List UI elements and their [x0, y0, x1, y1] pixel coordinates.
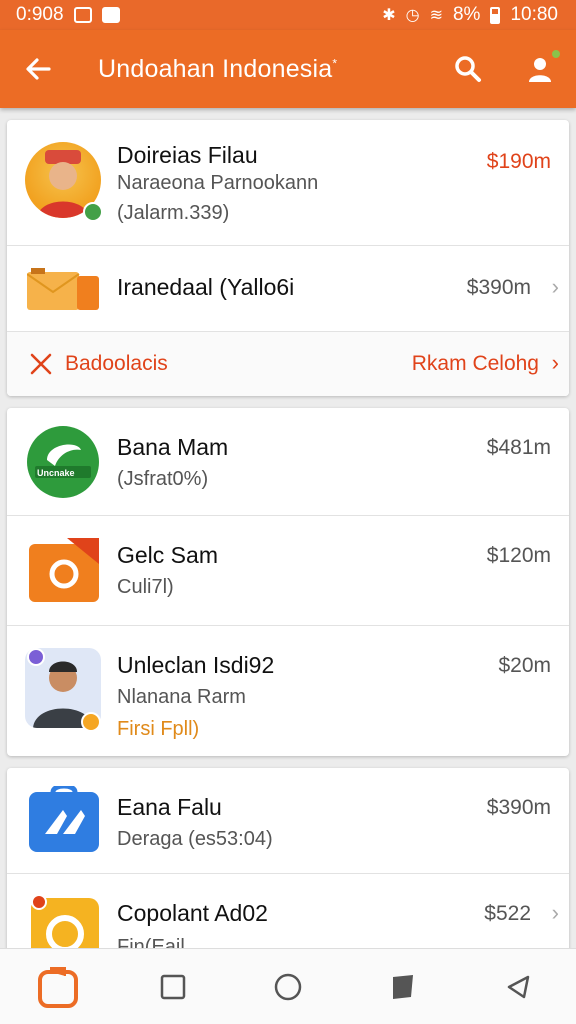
action-row[interactable]: Badoolacis Rkam Celohg › — [7, 332, 569, 396]
profile-status-dot — [550, 48, 562, 60]
item-subtitle: Culi7l) — [117, 576, 174, 598]
alarm-icon: ◷ — [405, 7, 420, 24]
list-item[interactable]: Doireias Filau Naraeona Parnookann (Jala… — [7, 120, 569, 246]
list-item[interactable]: Eana Falu Deraga (es53:04) $390m — [7, 768, 569, 874]
back-button[interactable] — [0, 30, 76, 108]
bluetooth-icon: ✱ — [382, 7, 396, 24]
status-bar: 0:908 ✱ ◷ ≋ 8% 10:80 — [0, 0, 576, 30]
back-triangle-icon — [508, 975, 530, 998]
nav-home-circle-button[interactable] — [258, 957, 318, 1017]
list-item[interactable]: Unleclan Isdi92 Nlanana Rarm Firsi Fpll)… — [7, 626, 569, 756]
item-name: Doireias Filau — [117, 142, 258, 168]
notification-icon-2 — [101, 7, 120, 23]
item-name: Copolant Ad02 — [117, 900, 268, 926]
nav-files-button[interactable] — [373, 957, 433, 1017]
item-subtitle: Naraeona Parnookann — [117, 172, 319, 194]
page-title: Undoahan Indonesia* — [98, 55, 432, 84]
profile-button[interactable] — [504, 30, 576, 108]
notification-icon — [73, 7, 92, 23]
chevron-right-icon: › — [551, 274, 559, 299]
chevron-right-icon: › — [551, 350, 559, 375]
item-detail: (Jalarm.339) — [117, 202, 230, 224]
status-clock: 10:80 — [510, 4, 558, 25]
item-subtitle: Deraga (es53:04) — [117, 828, 273, 850]
item-subtitle: Nlanana Rarm — [117, 686, 246, 708]
main-list[interactable]: Doireias Filau Naraeona Parnookann (Jala… — [0, 108, 576, 948]
document-icon — [393, 974, 414, 999]
card-3: Eana Falu Deraga (es53:04) $390m Copolan… — [7, 768, 569, 948]
bottom-nav — [0, 948, 576, 1024]
nav-home-button[interactable] — [28, 957, 88, 1017]
search-icon — [455, 56, 481, 82]
app-bar: Undoahan Indonesia* — [0, 30, 576, 108]
status-badge — [81, 712, 101, 732]
home-tab-icon — [37, 966, 78, 1008]
app-icon — [29, 894, 101, 948]
card-2: Uncnake Bana Mam (Jsfrat0%) $481m Gelc S… — [7, 408, 569, 756]
item-name: Gelc Sam — [117, 542, 218, 568]
list-item[interactable]: Uncnake Bana Mam (Jsfrat0%) $481m — [7, 408, 569, 516]
page-title-text: Undoahan Indonesia — [98, 54, 333, 83]
battery-icon — [490, 6, 501, 24]
nav-back-button[interactable] — [488, 957, 548, 1017]
tag-badge — [27, 648, 45, 666]
profile-icon — [529, 58, 551, 82]
item-name: Unleclan Isdi92 — [117, 652, 275, 678]
title-mark: * — [332, 56, 338, 71]
chevron-right-icon: › — [551, 900, 559, 925]
folder-icon — [26, 268, 99, 310]
logo-text: Uncnake — [37, 468, 75, 478]
app-logo: Uncnake — [27, 426, 99, 498]
item-subtitle: Fin(Eail — [117, 936, 185, 948]
circle-icon — [274, 973, 302, 1000]
item-price: $20m — [498, 654, 551, 677]
item-price: $390m — [486, 796, 551, 819]
item-subtitle: (Jsfrat0%) — [117, 468, 209, 490]
card-1: Doireias Filau Naraeona Parnookann (Jala… — [7, 120, 569, 396]
battery-percent: 8% — [452, 4, 481, 25]
status-time: 0:908 — [16, 4, 64, 25]
status-right: ✱ ◷ ≋ 8% 10:80 — [382, 4, 558, 26]
item-price: $190m — [486, 150, 551, 173]
search-button[interactable] — [432, 30, 504, 108]
status-left: 0:908 — [16, 4, 120, 26]
item-price: $390m — [466, 276, 531, 299]
list-item[interactable]: Gelc Sam Culi7l) $120m — [7, 516, 569, 626]
list-item[interactable]: Iranedaal (Yallo6i $390m › — [7, 246, 569, 332]
list-item[interactable]: Copolant Ad02 Fin(Eail $522 › — [7, 874, 569, 948]
verified-badge — [83, 202, 103, 222]
wifi-icon: ≋ — [429, 7, 443, 24]
action-right-label[interactable]: Rkam Celohg — [412, 352, 539, 376]
nav-recents-button[interactable] — [143, 957, 203, 1017]
item-name: Eana Falu — [117, 794, 222, 820]
item-detail: Firsi Fpll) — [117, 718, 200, 740]
item-name: Iranedaal (Yallo6i — [117, 274, 295, 300]
app-icon — [29, 783, 99, 852]
item-price: $120m — [486, 544, 551, 567]
action-left-label[interactable]: Badoolacis — [65, 352, 168, 376]
item-name: Bana Mam — [117, 434, 229, 460]
square-icon — [160, 974, 186, 999]
back-arrow-icon — [26, 58, 51, 80]
item-price: $481m — [486, 436, 551, 459]
leaf-logo-icon — [35, 444, 91, 478]
close-icon[interactable] — [29, 352, 53, 376]
item-price: $522 — [484, 902, 531, 925]
app-icon — [29, 538, 99, 602]
